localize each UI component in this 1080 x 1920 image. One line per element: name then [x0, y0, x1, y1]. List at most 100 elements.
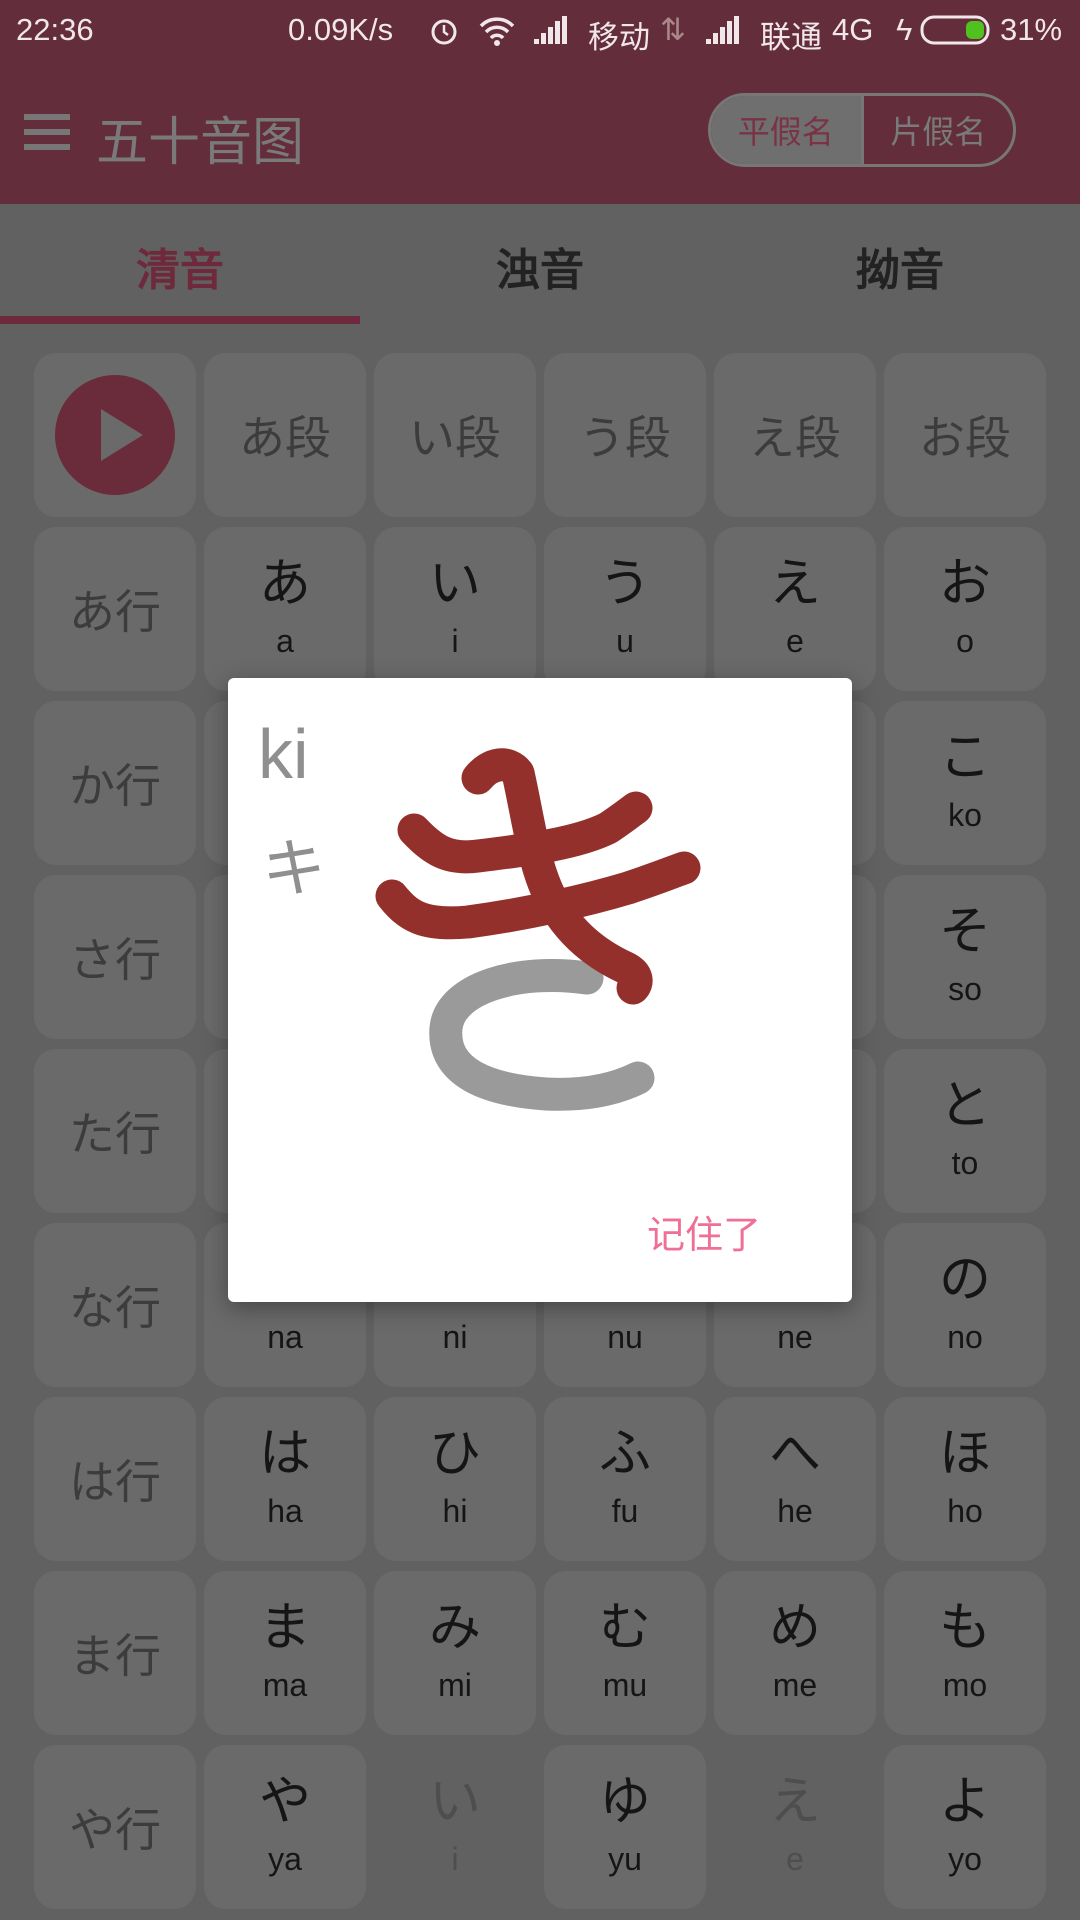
kana-romaji: so [948, 971, 982, 1007]
status-time: 22:36 [16, 12, 94, 47]
row-header-label: か行 [69, 759, 161, 813]
kana-cell[interactable]: も mo [884, 1571, 1046, 1735]
network-type: 4G [832, 12, 874, 47]
kana-cell[interactable]: そ so [884, 875, 1046, 1039]
kana-char: そ [938, 902, 991, 962]
row-header-button[interactable]: な行 [34, 1223, 196, 1387]
kana-romaji: u [616, 623, 634, 659]
row-header-label: や行 [69, 1803, 161, 1857]
battery-icon [920, 15, 990, 45]
kana-cell[interactable]: や ya [204, 1745, 366, 1909]
hamburger-icon[interactable] [24, 114, 70, 150]
signal-icon-2 [706, 16, 739, 44]
kana-romaji: fu [611, 1493, 639, 1529]
row-header-button[interactable]: ま行 [34, 1571, 196, 1735]
row-header-button[interactable]: さ行 [34, 875, 196, 1039]
tab-indicator [0, 316, 360, 324]
kana-char: ひ [428, 1424, 481, 1484]
kana-char: み [428, 1598, 481, 1658]
kana-cell[interactable]: ほ ho [884, 1397, 1046, 1561]
row-header-button[interactable]: あ行 [34, 527, 196, 691]
row-header-button[interactable]: は行 [34, 1397, 196, 1561]
row-header-button[interactable]: か行 [34, 701, 196, 865]
kana-cell[interactable]: め me [714, 1571, 876, 1735]
kana-cell[interactable]: む mu [544, 1571, 706, 1735]
kana-char: ま [258, 1598, 311, 1658]
kana-type-toggle: 平假名 片假名 [708, 93, 1016, 167]
kana-char: ほ [938, 1424, 991, 1484]
kana-romaji: e [786, 1841, 804, 1877]
kana-cell[interactable]: は ha [204, 1397, 366, 1561]
column-header-button[interactable]: い段 [374, 353, 536, 517]
kana-char: め [768, 1598, 821, 1658]
row-header-label: ま行 [69, 1629, 161, 1683]
page-title: 五十音图 [96, 113, 305, 173]
kana-romaji: yo [948, 1841, 982, 1877]
kana-romaji: ha [267, 1493, 303, 1529]
kana-cell[interactable]: ま ma [204, 1571, 366, 1735]
toolbar: 五十音图 平假名 片假名 [0, 62, 1080, 204]
column-header-label: え段 [749, 411, 841, 465]
column-header-button[interactable]: う段 [544, 353, 706, 517]
charging-icon: ϟ [896, 12, 913, 47]
kana-char: ふ [598, 1424, 651, 1484]
kana-cell[interactable]: おo [884, 527, 1046, 691]
tab-dakuon[interactable]: 浊音 [360, 234, 720, 298]
kana-char: ゆ [598, 1772, 651, 1832]
battery-percent: 31% [1000, 12, 1063, 47]
column-header-button[interactable]: え段 [714, 353, 876, 517]
carrier-2: 联通 [760, 20, 822, 55]
network-speed: 0.09K/s [288, 12, 394, 47]
kana-char: う [598, 554, 651, 614]
kana-char: よ [938, 1772, 991, 1832]
column-header-label: い段 [409, 411, 501, 465]
play-all-button[interactable] [34, 353, 196, 517]
kana-char: い [428, 1772, 481, 1832]
play-icon[interactable] [55, 375, 175, 495]
remembered-button[interactable]: 记住了 [647, 1204, 761, 1259]
column-header-label: う段 [579, 411, 671, 465]
alarm-icon [431, 19, 457, 45]
kana-cell[interactable]: み mi [374, 1571, 536, 1735]
row-header-button[interactable]: た行 [34, 1049, 196, 1213]
stroke-4 [429, 959, 655, 1111]
kana-char: え [768, 554, 821, 614]
kana-cell[interactable]: いi [374, 527, 536, 691]
tab-youon[interactable]: 拗音 [720, 234, 1080, 298]
kana-romaji: nu [607, 1319, 643, 1355]
tab-seion[interactable]: 清音 [0, 234, 360, 298]
kana-cell[interactable]: と to [884, 1049, 1046, 1213]
carrier-1: 移动 [588, 20, 650, 55]
kana-romaji: ma [262, 1667, 308, 1703]
kana-char: む [598, 1598, 651, 1658]
kana-romaji: i [451, 623, 459, 659]
kana-romaji: to [951, 1145, 979, 1181]
toggle-hiragana[interactable]: 平假名 [711, 96, 861, 164]
kana-char: や [258, 1772, 311, 1832]
kana-cell[interactable]: へ he [714, 1397, 876, 1561]
column-header-button[interactable]: あ段 [204, 353, 366, 517]
signal-icon-1 [534, 16, 567, 44]
row-header-button[interactable]: や行 [34, 1745, 196, 1909]
kana-cell[interactable]: の no [884, 1223, 1046, 1387]
kana-cell[interactable]: ふ fu [544, 1397, 706, 1561]
kana-cell[interactable]: ゆ yu [544, 1745, 706, 1909]
column-header-label: お段 [919, 411, 1011, 465]
row-header-label: な行 [69, 1281, 161, 1335]
kana-char: へ [768, 1424, 821, 1484]
kana-romaji: na [267, 1319, 303, 1355]
toggle-katakana[interactable]: 片假名 [860, 96, 1014, 164]
row-header-label: は行 [69, 1455, 161, 1509]
kana-romaji: ko [948, 797, 982, 833]
kana-cell[interactable]: よ yo [884, 1745, 1046, 1909]
kana-romaji: me [772, 1667, 818, 1703]
kana-char: お [938, 554, 991, 614]
kana-romaji: yu [608, 1841, 642, 1877]
kana-cell[interactable]: あa [204, 527, 366, 691]
kana-cell[interactable]: ひ hi [374, 1397, 536, 1561]
kana-cell[interactable]: えe [714, 527, 876, 691]
column-header-button[interactable]: お段 [884, 353, 1046, 517]
kana-cell[interactable]: うu [544, 527, 706, 691]
kana-cell[interactable]: こ ko [884, 701, 1046, 865]
kana-romaji: mo [942, 1667, 988, 1703]
